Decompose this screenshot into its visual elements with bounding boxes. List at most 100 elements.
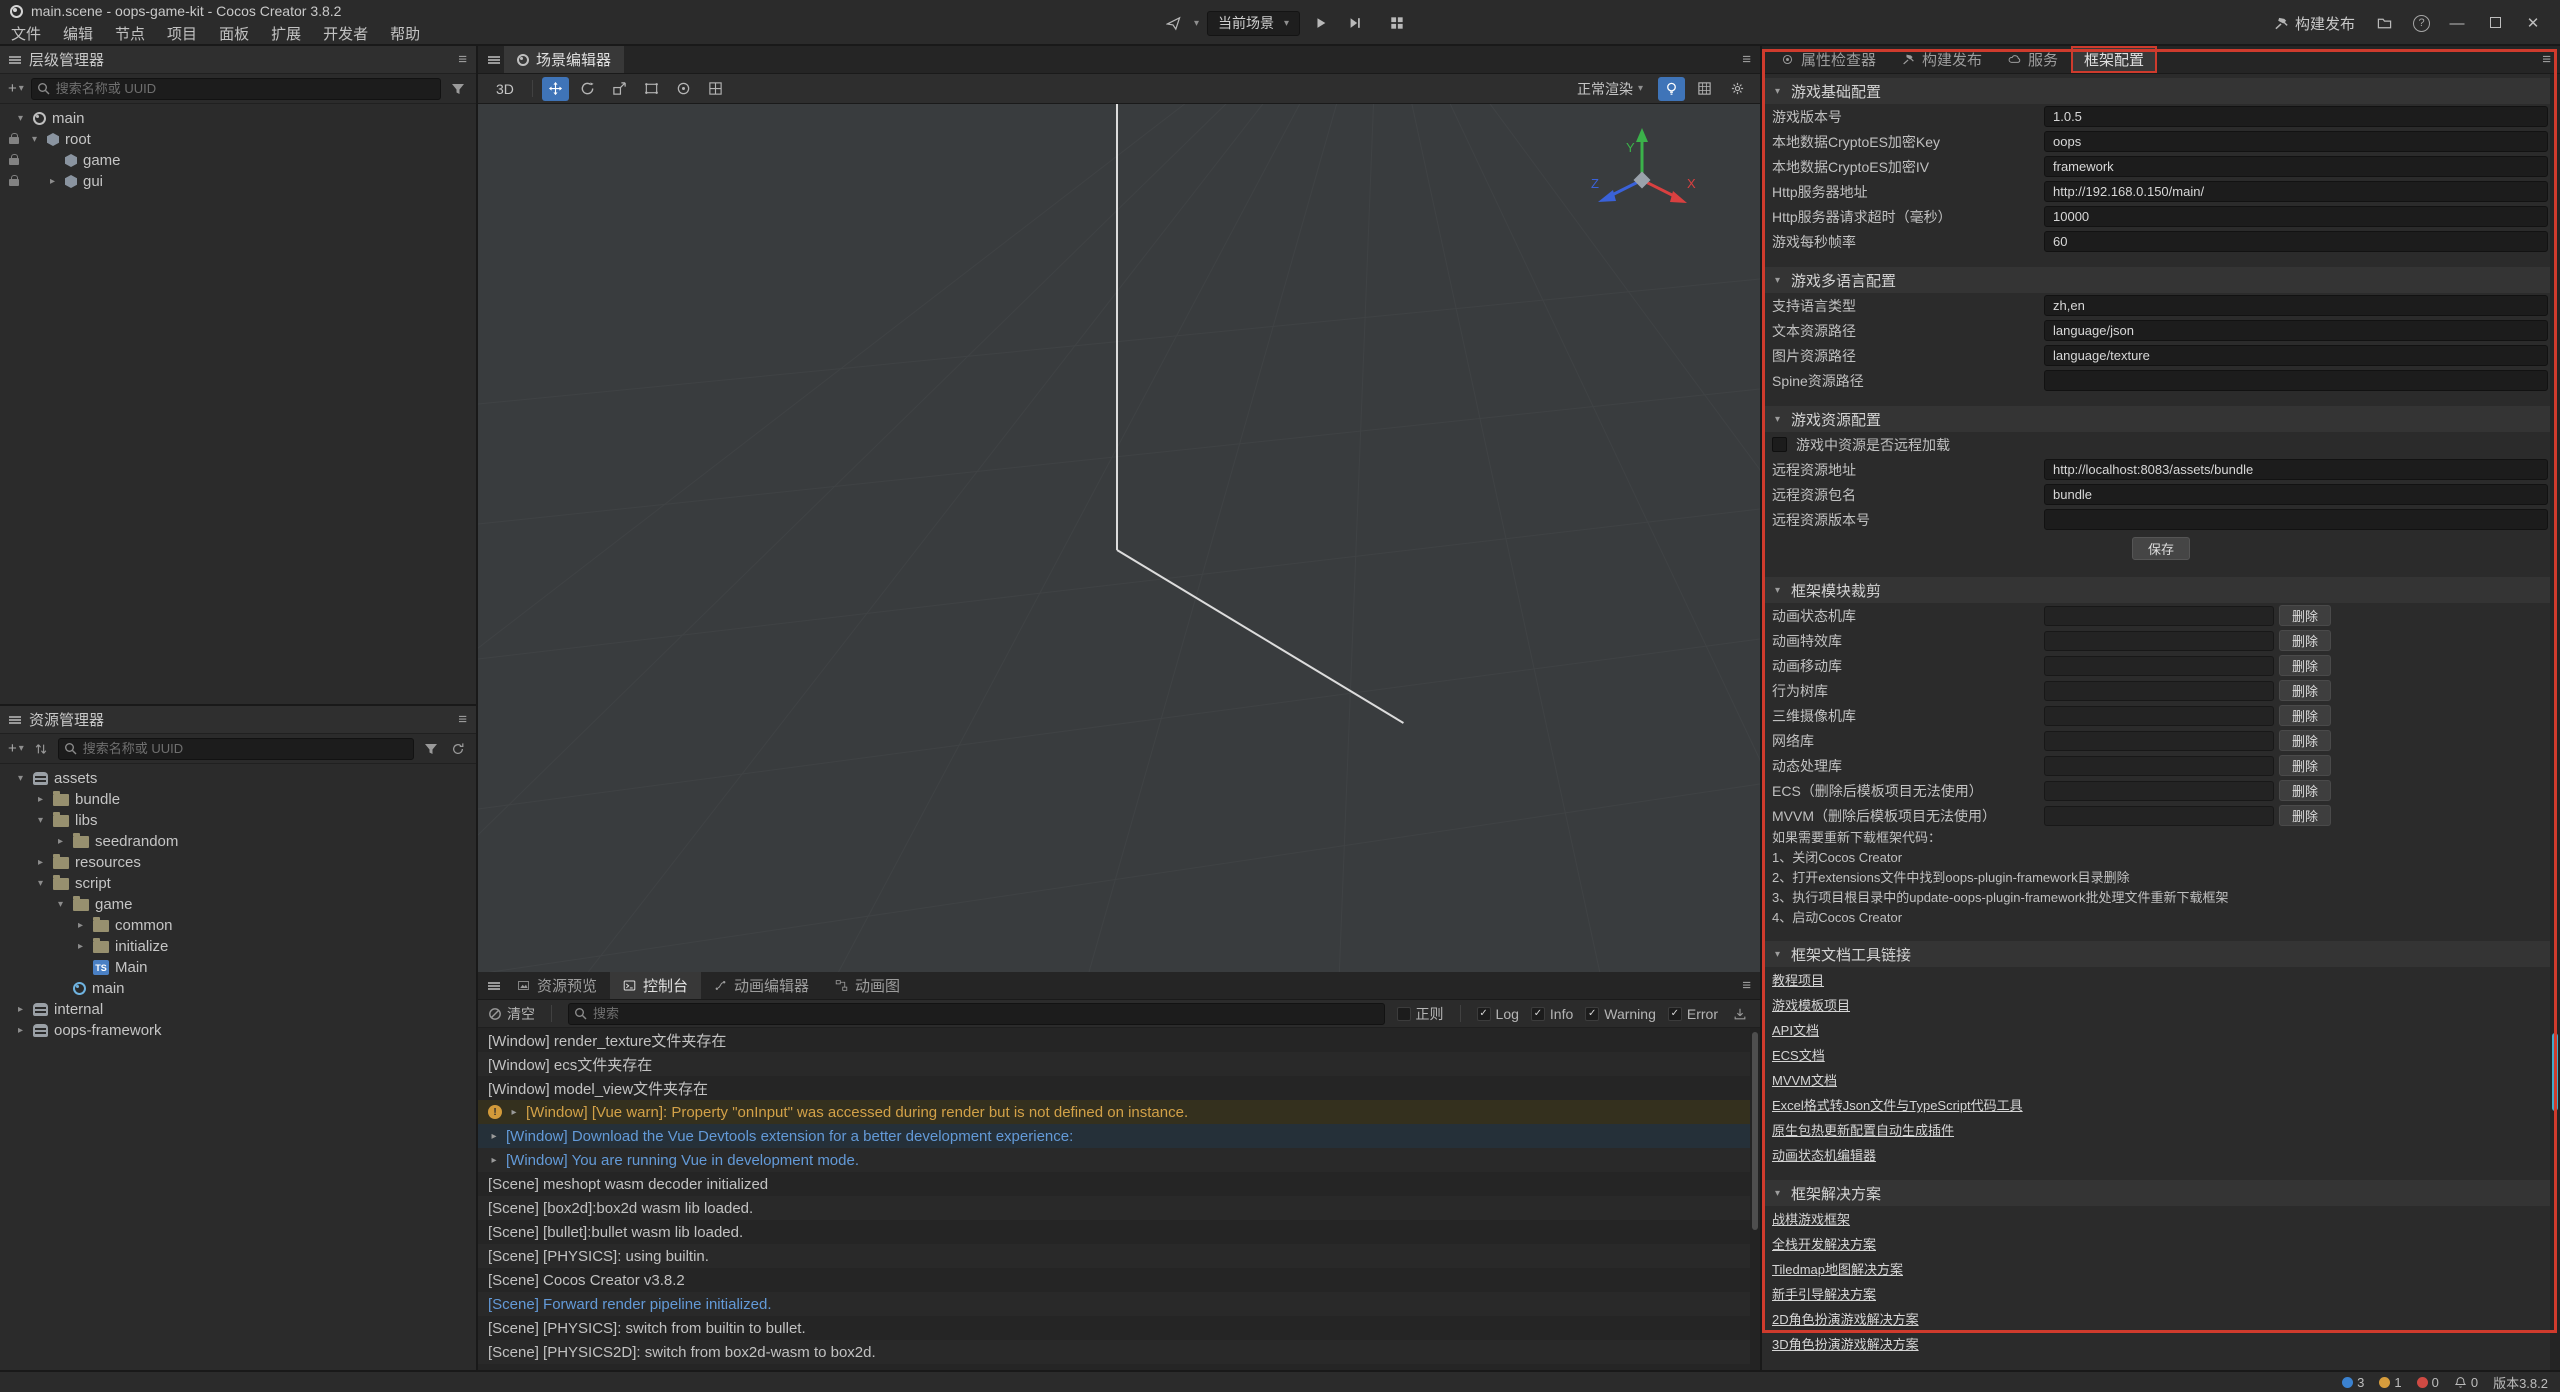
asset-node-initialize[interactable]: ▸ initialize (0, 936, 476, 957)
tab-animation-graph[interactable]: 动画图 (822, 972, 913, 999)
tree-node-main[interactable]: ▾ main (0, 108, 476, 129)
asset-node-oops-framework[interactable]: ▸ oops-framework (0, 1020, 476, 1041)
asset-node-main-ts[interactable]: TS Main (0, 957, 476, 978)
remote-load-checkbox[interactable] (1772, 437, 1787, 452)
log-row-warning[interactable]: ! ▸ [Window] [Vue warn]: Property "onInp… (478, 1100, 1760, 1124)
image-res-path-input[interactable] (2044, 345, 2548, 366)
preview-target-icon[interactable] (1160, 11, 1186, 36)
scene-light-icon[interactable] (1658, 77, 1685, 101)
menu-edit[interactable]: 编辑 (52, 23, 104, 44)
clear-console-button[interactable]: 清空 (488, 1004, 535, 1024)
section-header[interactable]: ▾ 框架解决方案 (1762, 1180, 2560, 1206)
log-row[interactable]: [Window] render_texture文件夹存在 (478, 1028, 1760, 1052)
crypto-key-input[interactable] (2044, 131, 2548, 152)
spine-res-path-input[interactable] (2044, 370, 2548, 391)
log-row[interactable]: [Scene] [PHYSICS]: using builtin. (478, 1244, 1760, 1268)
preview-target-caret-icon[interactable]: ▾ (1194, 18, 1199, 29)
pivot-tool-icon[interactable] (670, 77, 697, 101)
assets-search-input[interactable] (58, 738, 414, 760)
menu-help[interactable]: 帮助 (379, 23, 431, 44)
link-mvvm-doc[interactable]: MVVM文档 (1772, 1070, 1837, 1089)
text-res-path-input[interactable] (2044, 320, 2548, 341)
asset-node-assets[interactable]: ▾ assets (0, 768, 476, 789)
menu-panel[interactable]: 面板 (208, 23, 260, 44)
log-row[interactable]: [Window] model_view文件夹存在 (478, 1076, 1760, 1100)
crypto-iv-input[interactable] (2044, 156, 2548, 177)
menu-project[interactable]: 项目 (156, 23, 208, 44)
scene-viewport[interactable]: Y X Z (478, 104, 1760, 972)
tree-node-gui[interactable]: ▸ gui (0, 171, 476, 192)
link-tutorial-project[interactable]: 教程项目 (1772, 970, 1824, 989)
section-header[interactable]: ▾ 游戏多语言配置 (1762, 267, 2560, 293)
section-header[interactable]: ▾ 游戏资源配置 (1762, 406, 2560, 432)
asset-node-internal[interactable]: ▸ internal (0, 999, 476, 1020)
log-row[interactable]: [Scene] [bullet]:bullet wasm lib loaded. (478, 1220, 1760, 1244)
play-button[interactable] (1308, 11, 1334, 36)
chevron-down-icon[interactable]: ▾ (34, 878, 47, 889)
inspector-scrollbar[interactable] (2550, 74, 2560, 1370)
delete-module-button[interactable]: 删除 (2279, 630, 2331, 651)
link-tiledmap-solution[interactable]: Tiledmap地图解决方案 (1772, 1259, 1903, 1278)
scale-tool-icon[interactable] (606, 77, 633, 101)
expand-icon[interactable]: ▸ (508, 1107, 520, 1118)
chevron-right-icon[interactable]: ▸ (74, 941, 87, 952)
info-count[interactable]: 3 (2342, 1375, 2364, 1390)
log-row[interactable]: [Scene] meshopt wasm decoder initialized (478, 1172, 1760, 1196)
asset-node-common[interactable]: ▸ common (0, 915, 476, 936)
render-mode-select[interactable]: 正常渲染 ▾ (1568, 77, 1652, 101)
asset-node-game[interactable]: ▾ game (0, 894, 476, 915)
menu-file[interactable]: 文件 (0, 23, 52, 44)
section-header[interactable]: ▾ 框架文档工具链接 (1762, 941, 2560, 967)
chevron-right-icon[interactable]: ▸ (34, 857, 47, 868)
game-version-input[interactable] (2044, 106, 2548, 127)
filter-info-checkbox[interactable]: Info (1531, 1006, 1573, 1022)
build-publish-button[interactable]: 构建发布 (2274, 13, 2355, 34)
filter-icon[interactable] (448, 76, 468, 101)
menu-extension[interactable]: 扩展 (260, 23, 312, 44)
chevron-down-icon[interactable]: ▾ (54, 899, 67, 910)
remote-url-input[interactable] (2044, 459, 2548, 480)
delete-module-button[interactable]: 删除 (2279, 705, 2331, 726)
asset-node-libs[interactable]: ▾ libs (0, 810, 476, 831)
link-ecs-doc[interactable]: ECS文档 (1772, 1045, 1825, 1064)
panel-menu-icon[interactable]: ≡ (458, 51, 467, 68)
chevron-right-icon[interactable]: ▸ (14, 1004, 27, 1015)
tab-property-inspector[interactable]: 属性检查器 (1768, 46, 1889, 73)
remote-bundle-input[interactable] (2044, 484, 2548, 505)
delete-module-button[interactable]: 删除 (2279, 605, 2331, 626)
chevron-down-icon[interactable]: ▾ (34, 815, 47, 826)
log-row-info[interactable]: [Scene] Forward render pipeline initiali… (478, 1292, 1760, 1316)
chevron-right-icon[interactable]: ▸ (46, 176, 59, 187)
menu-node[interactable]: 节点 (104, 23, 156, 44)
regex-checkbox[interactable]: 正则 (1397, 1004, 1444, 1024)
menu-developer[interactable]: 开发者 (312, 23, 379, 44)
tree-node-root[interactable]: ▾ root (0, 129, 476, 150)
chevron-right-icon[interactable]: ▸ (34, 794, 47, 805)
http-server-input[interactable] (2044, 181, 2548, 202)
log-row[interactable]: [Scene] Cocos Creator v3.8.2 (478, 1268, 1760, 1292)
expand-icon[interactable]: ▸ (488, 1155, 500, 1166)
chevron-down-icon[interactable]: ▾ (14, 773, 27, 784)
link-excel-tool[interactable]: Excel格式转Json文件与TypeScript代码工具 (1772, 1095, 2023, 1114)
asset-node-main-scene[interactable]: main (0, 978, 476, 999)
layout-grid-icon[interactable] (1384, 11, 1410, 36)
log-row-info[interactable]: ▸ [Window] You are running Vue in develo… (478, 1148, 1760, 1172)
frame-rate-input[interactable] (2044, 231, 2548, 252)
log-row-info[interactable]: ▸ [Window] Download the Vue Devtools ext… (478, 1124, 1760, 1148)
chevron-right-icon[interactable]: ▸ (54, 836, 67, 847)
asset-node-seedrandom[interactable]: ▸ seedrandom (0, 831, 476, 852)
add-asset-button[interactable]: +▾ (8, 740, 24, 757)
filter-warning-checkbox[interactable]: Warning (1585, 1006, 1656, 1022)
link-hotupdate-plugin[interactable]: 原生包热更新配置自动生成插件 (1772, 1120, 1954, 1139)
filter-log-checkbox[interactable]: Log (1477, 1006, 1519, 1022)
chevron-right-icon[interactable]: ▸ (14, 1025, 27, 1036)
tab-asset-preview[interactable]: 资源预览 (504, 972, 610, 999)
tab-build-publish[interactable]: 构建发布 (1889, 46, 1995, 73)
log-row[interactable]: [Scene] [box2d]:box2d wasm lib loaded. (478, 1196, 1760, 1220)
refresh-icon[interactable] (448, 736, 468, 761)
languages-input[interactable] (2044, 295, 2548, 316)
help-icon[interactable]: ? (2413, 15, 2430, 32)
chevron-down-icon[interactable]: ▾ (14, 113, 27, 124)
minimize-button[interactable]: — (2446, 15, 2468, 32)
log-row[interactable]: [Scene] [PHYSICS]: switch from builtin t… (478, 1316, 1760, 1340)
